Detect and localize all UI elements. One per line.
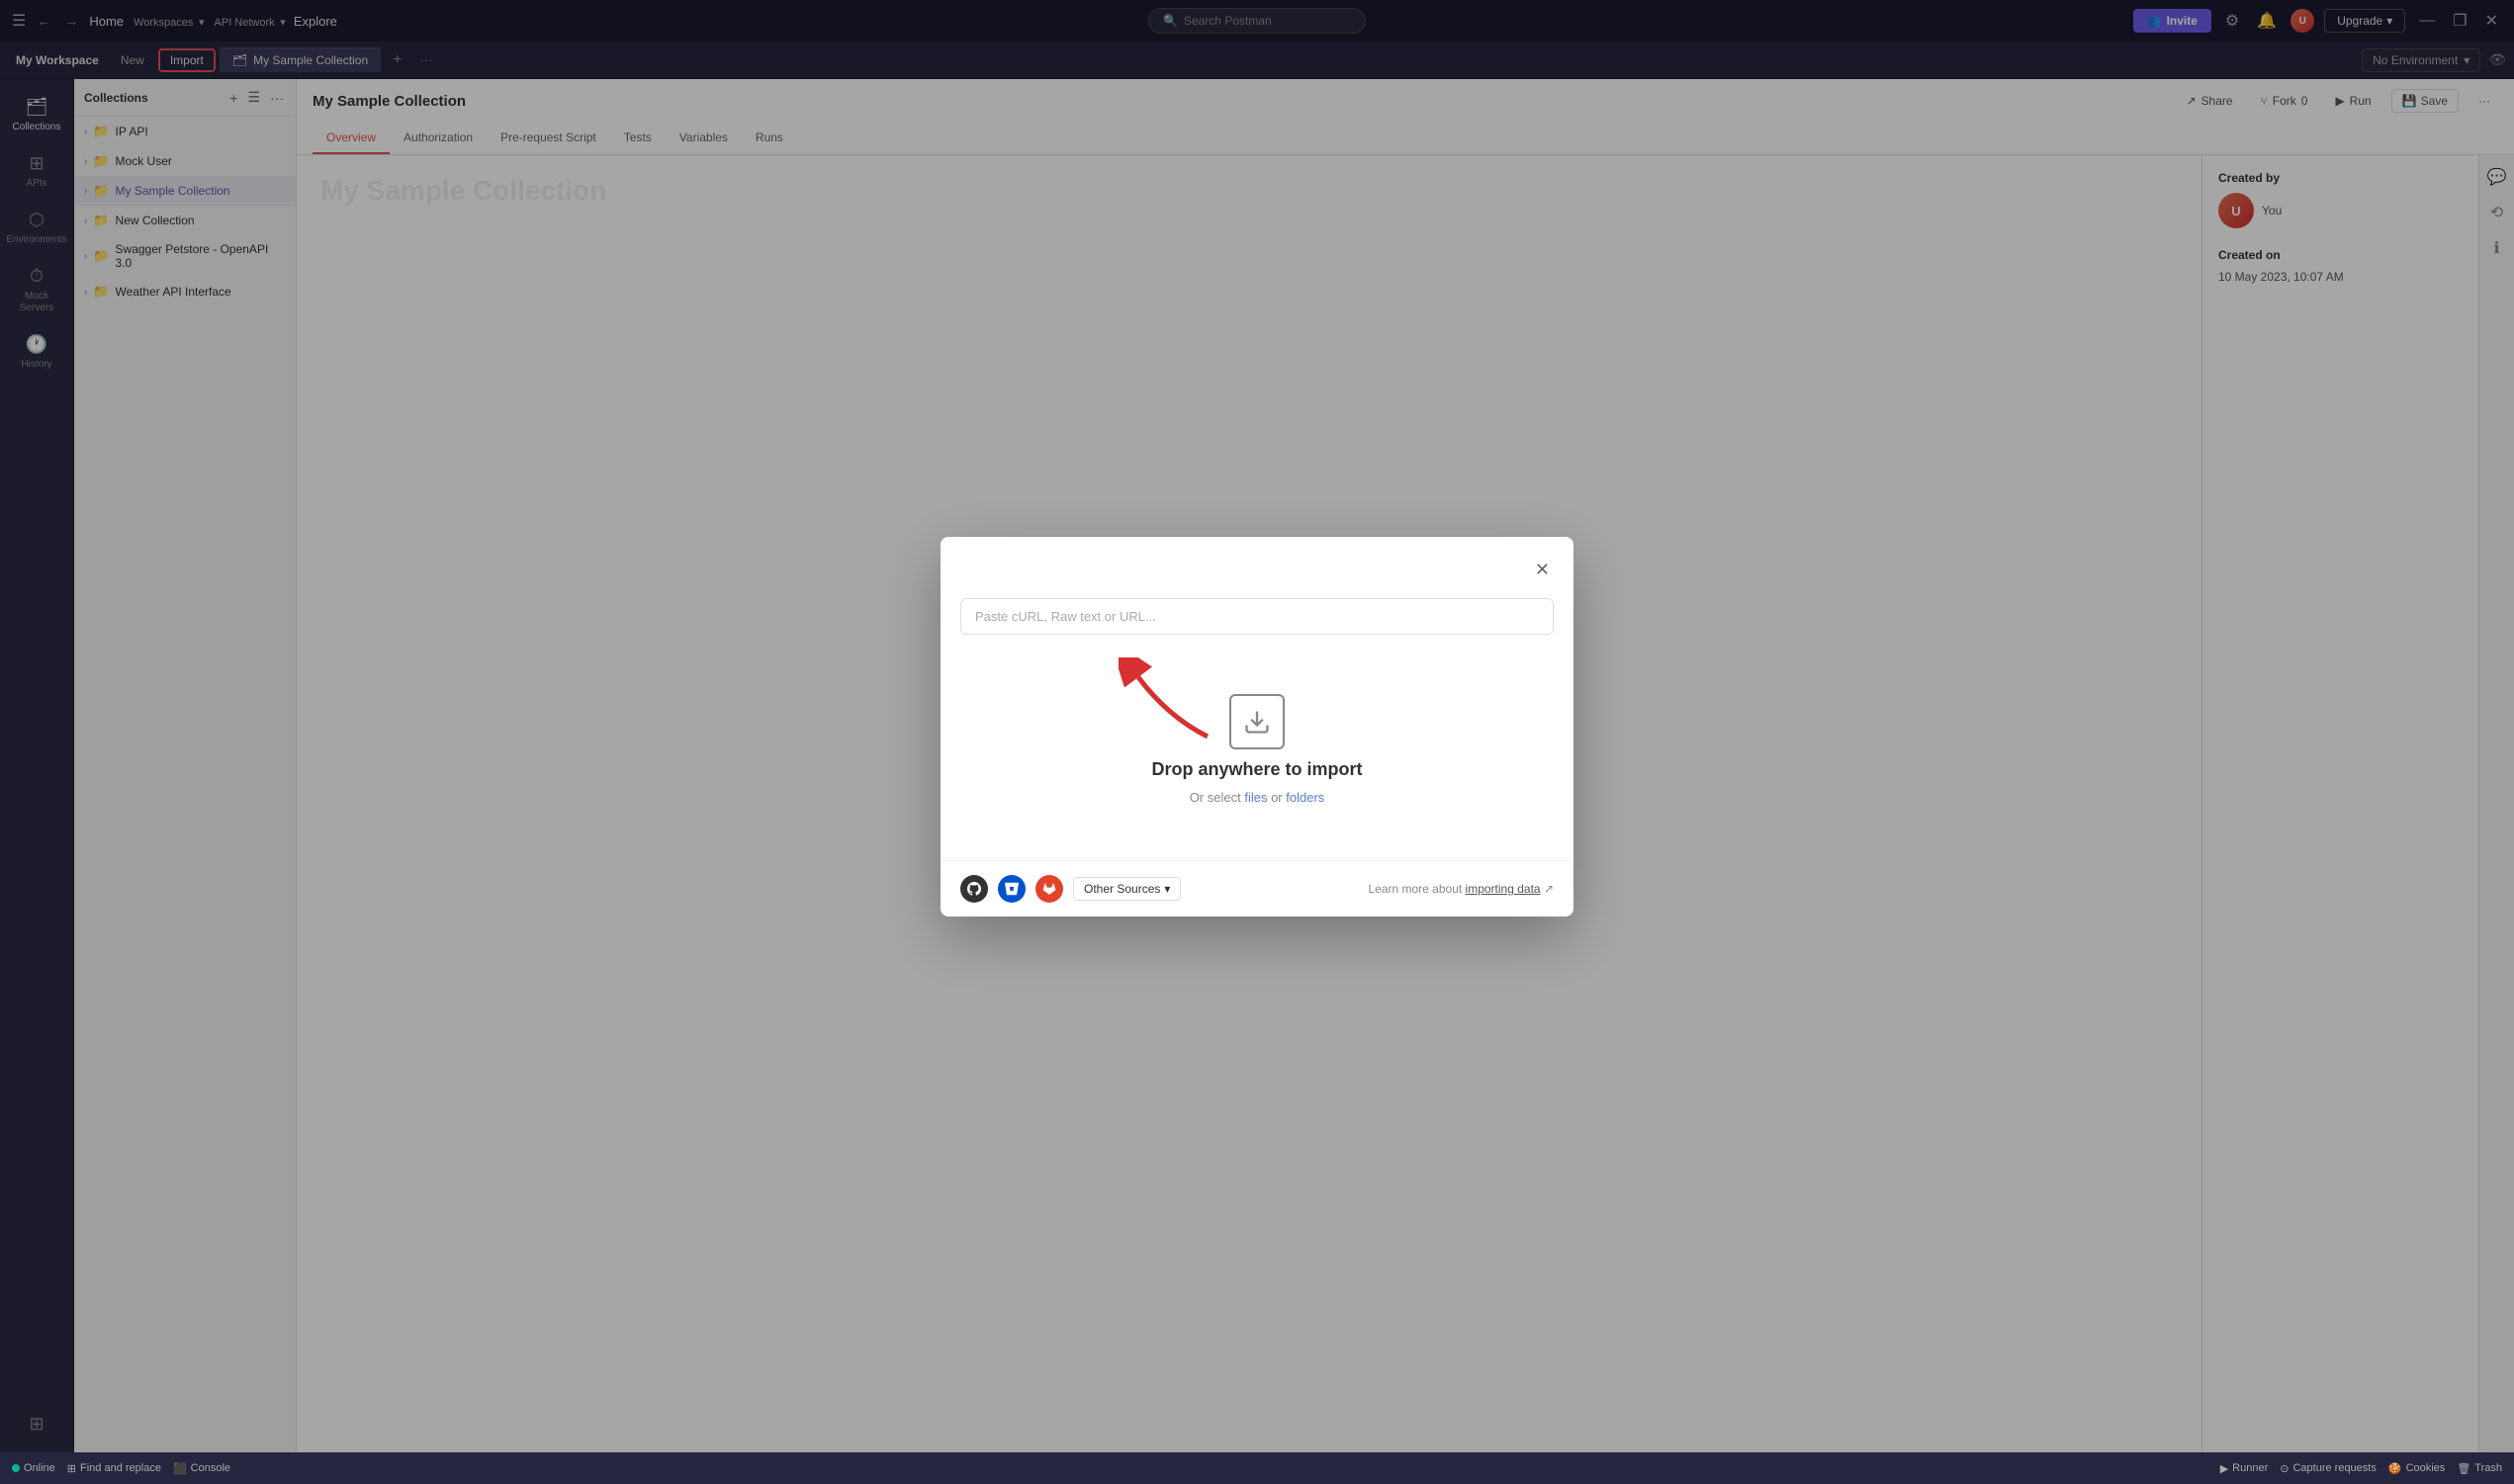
find-replace-button[interactable]: ⊞ Find and replace: [67, 1462, 161, 1475]
bitbucket-source-icon[interactable]: [998, 875, 1026, 903]
modal-body: Drop anywhere to import Or select files …: [941, 582, 1573, 860]
modal-footer: Other Sources ▾ Learn more about importi…: [941, 860, 1573, 917]
online-label: Online: [24, 1462, 55, 1474]
drop-title: Drop anywhere to import: [1151, 759, 1362, 780]
drop-icon: [1229, 694, 1285, 749]
other-sources-chevron: ▾: [1164, 882, 1170, 896]
modal-close-button[interactable]: ✕: [1531, 557, 1554, 582]
modal-header: ✕: [941, 537, 1573, 582]
status-bar-right: ▶ Runner ⊙ Capture requests 🍪 Cookies 🗑 …: [2220, 1462, 2502, 1475]
cookies-button[interactable]: 🍪 Cookies: [2388, 1462, 2445, 1475]
input-container: [960, 598, 1554, 635]
trash-icon: 🗑: [2457, 1462, 2470, 1475]
cookies-icon: 🍪: [2388, 1462, 2402, 1475]
import-data-link[interactable]: importing data: [1466, 882, 1541, 896]
modal-drop-area: Drop anywhere to import Or select files …: [960, 635, 1554, 844]
runner-icon: ▶: [2220, 1462, 2228, 1475]
online-dot: [12, 1464, 20, 1472]
drop-subtitle: Or select files or folders: [1190, 790, 1325, 805]
runner-button[interactable]: ▶ Runner: [2220, 1462, 2269, 1475]
gitlab-source-icon[interactable]: [1035, 875, 1063, 903]
console-button[interactable]: ⬛ Console: [173, 1462, 230, 1475]
online-status[interactable]: Online: [12, 1462, 55, 1474]
find-replace-icon: ⊞: [67, 1462, 76, 1475]
import-modal: ✕: [941, 537, 1573, 917]
status-bar-left: Online ⊞ Find and replace ⬛ Console: [12, 1462, 2204, 1475]
status-bar: Online ⊞ Find and replace ⬛ Console ▶ Ru…: [0, 1452, 2514, 1484]
capture-requests-button[interactable]: ⊙ Capture requests: [2280, 1462, 2377, 1475]
import-link-area: Learn more about importing data ↗: [1368, 882, 1554, 896]
other-sources-button[interactable]: Other Sources ▾: [1073, 877, 1181, 901]
github-source-icon[interactable]: [960, 875, 988, 903]
import-input[interactable]: [960, 598, 1554, 635]
drop-files-link[interactable]: files: [1244, 790, 1267, 805]
capture-icon: ⊙: [2280, 1462, 2289, 1475]
drop-folders-link[interactable]: folders: [1286, 790, 1324, 805]
other-sources-label: Other Sources: [1084, 882, 1160, 896]
trash-button[interactable]: 🗑 Trash: [2457, 1462, 2502, 1475]
console-icon: ⬛: [173, 1462, 187, 1475]
modal-overlay[interactable]: ✕: [0, 0, 2514, 1452]
